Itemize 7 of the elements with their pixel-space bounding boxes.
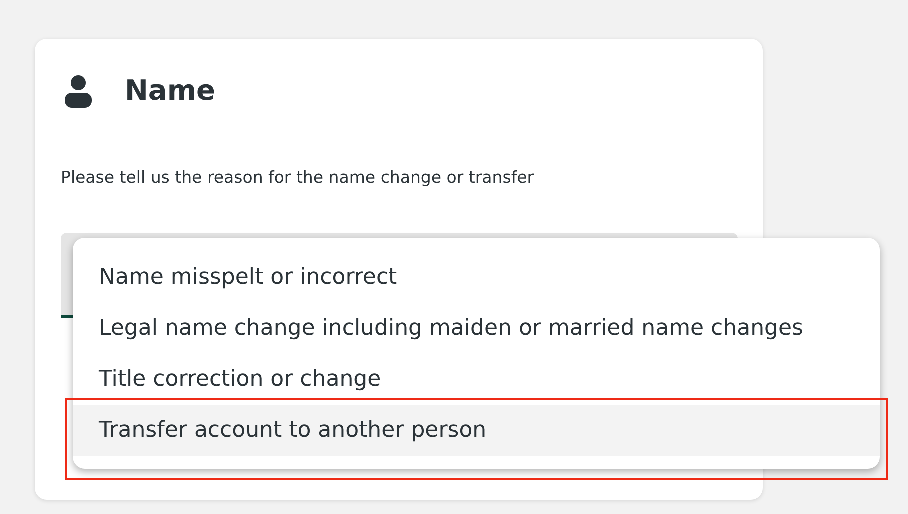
section-title: Name bbox=[125, 73, 216, 109]
dropdown-option[interactable]: Transfer account to another person bbox=[73, 404, 880, 456]
dropdown-option[interactable]: Name misspelt or incorrect bbox=[73, 252, 880, 303]
person-icon bbox=[65, 74, 92, 108]
dropdown-option[interactable]: Legal name change including maiden or married name changes bbox=[73, 302, 880, 354]
dropdown-option[interactable]: Title correction or change bbox=[73, 354, 880, 405]
reason-prompt: Please tell us the reason for the name change or transfer bbox=[61, 167, 536, 189]
